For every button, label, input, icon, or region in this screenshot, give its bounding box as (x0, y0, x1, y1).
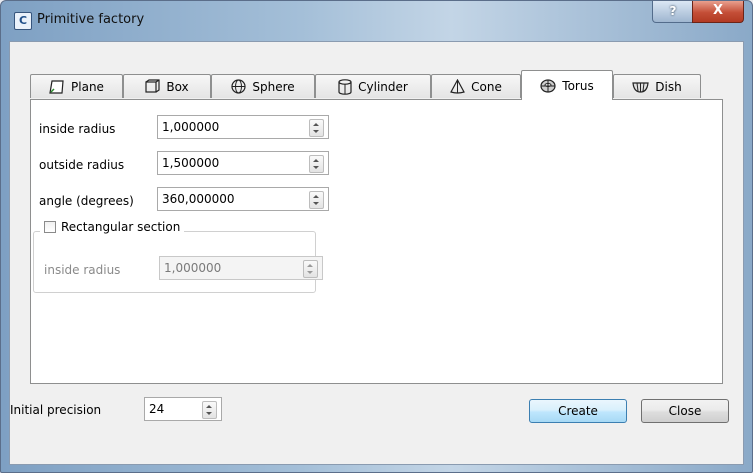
tab-cone[interactable]: Cone (431, 74, 521, 98)
window-close-button[interactable]: X (692, 1, 744, 23)
initial-precision-value: 24 (149, 402, 165, 416)
angle-value: 360,000000 (162, 192, 235, 206)
tab-cylinder[interactable]: Cylinder (315, 74, 431, 98)
spinner-arrows[interactable] (309, 191, 324, 209)
rect-inside-radius-spinbox[interactable]: 1,000000 (159, 256, 323, 280)
outside-radius-label: outside radius (39, 158, 125, 172)
angle-label: angle (degrees) (39, 194, 134, 208)
spinner-arrows[interactable] (202, 401, 217, 419)
window-title: Primitive factory (37, 12, 145, 27)
tab-plane[interactable]: Plane (30, 74, 123, 98)
rect-inside-radius-value: 1,000000 (164, 261, 222, 275)
spinner-arrows[interactable] (309, 155, 324, 173)
app-icon: C (14, 12, 32, 30)
sphere-icon (231, 79, 246, 94)
tab-label: Plane (71, 79, 104, 94)
rectangular-section-label: Rectangular section (61, 220, 181, 234)
title-bar[interactable]: C Primitive factory ? X (1, 1, 752, 41)
tab-sphere[interactable]: Sphere (211, 74, 315, 98)
tab-dish[interactable]: Dish (613, 74, 701, 98)
close-button[interactable]: Close (641, 399, 729, 423)
tab-torus[interactable]: Torus (521, 70, 613, 100)
spinner-arrows[interactable] (303, 260, 318, 278)
rect-inside-radius-label: inside radius (44, 263, 121, 277)
outside-radius-value: 1,500000 (162, 156, 220, 170)
inside-radius-value: 1,000000 (162, 120, 220, 134)
box-icon (145, 79, 160, 93)
tab-label: Dish (655, 79, 682, 94)
initial-precision-spinbox[interactable]: 24 (144, 397, 222, 421)
inside-radius-spinbox[interactable]: 1,000000 (157, 115, 329, 139)
rectangular-section-checkbox-row[interactable]: Rectangular section (40, 220, 185, 234)
cylinder-icon (338, 78, 352, 95)
inside-radius-label: inside radius (39, 122, 116, 136)
tab-box[interactable]: Box (123, 74, 211, 98)
cone-icon (450, 79, 466, 94)
tab-label: Box (166, 79, 189, 94)
dialog-body: Plane Box Sphere Cylinder Cone Torus Dis… (9, 41, 744, 465)
tab-label: Cylinder (358, 79, 408, 94)
help-button[interactable]: ? (652, 1, 694, 23)
initial-precision-label: Initial precision (10, 403, 102, 417)
dish-icon (632, 81, 649, 93)
torus-icon (540, 78, 556, 93)
rectangular-section-checkbox[interactable] (44, 221, 56, 233)
tab-label: Cone (471, 79, 502, 94)
tab-label: Torus (562, 78, 594, 93)
dialog-window: C Primitive factory ? X Plane Box Sphere… (0, 0, 753, 473)
outside-radius-spinbox[interactable]: 1,500000 (157, 151, 329, 175)
plane-icon (49, 79, 64, 94)
tab-label: Sphere (252, 79, 295, 94)
create-button[interactable]: Create (529, 399, 627, 423)
spinner-arrows[interactable] (309, 119, 324, 137)
angle-spinbox[interactable]: 360,000000 (157, 187, 329, 211)
